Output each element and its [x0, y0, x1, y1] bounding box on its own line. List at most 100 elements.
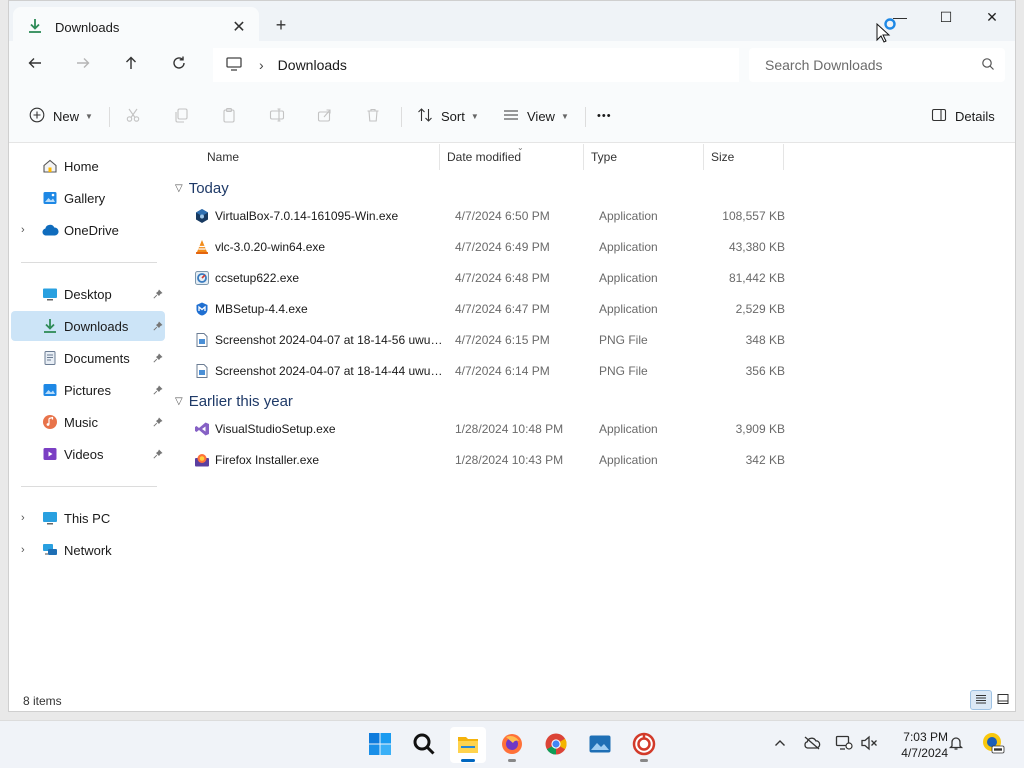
sidebar-divider [21, 262, 157, 263]
taskbar-app[interactable] [626, 727, 662, 763]
sidebar-item-label: OneDrive [64, 222, 119, 238]
new-label: New [53, 108, 80, 124]
search-box[interactable]: Search Downloads [749, 48, 1005, 82]
taskbar-search-button[interactable] [406, 727, 442, 763]
file-row[interactable]: VisualStudioSetup.exe 1/28/2024 10:48 PM… [169, 414, 789, 444]
sidebar-item-downloads[interactable]: Downloads [11, 311, 165, 341]
cut-button[interactable] [125, 103, 141, 129]
column-header-size[interactable]: Size [703, 144, 783, 170]
details-pane-icon [931, 107, 947, 126]
view-button[interactable]: View ▼ [503, 103, 569, 129]
file-name: MBSetup-4.4.exe [215, 302, 308, 316]
clock-date: 4/7/2024 [901, 746, 948, 760]
network-tray-button[interactable] [833, 733, 855, 755]
copilot-button[interactable] [980, 731, 1006, 757]
sidebar-item-gallery[interactable]: Gallery [11, 183, 165, 213]
copilot-icon [981, 731, 1005, 758]
onedrive-tray-button[interactable] [801, 733, 823, 755]
clock-time: 7:03 PM [903, 730, 948, 744]
file-row[interactable]: VirtualBox-7.0.14-161095-Win.exe 4/7/202… [169, 201, 789, 231]
column-header-date-label: Date modified [447, 150, 522, 164]
copy-icon [173, 107, 189, 126]
address-bar[interactable]: › Downloads [213, 48, 739, 82]
pin-icon[interactable] [153, 353, 163, 363]
taskbar-file-explorer[interactable] [450, 727, 486, 763]
sidebar-item-pictures[interactable]: Pictures [11, 375, 165, 405]
notifications-button[interactable] [945, 733, 967, 755]
png-file-icon [194, 363, 210, 379]
file-name: VisualStudioSetup.exe [215, 422, 336, 436]
close-tab-button[interactable]: ✕ [229, 17, 249, 37]
file-row[interactable]: Screenshot 2024-04-07 at 18-14-44 uwuc..… [169, 356, 789, 386]
file-row[interactable]: ccsetup622.exe 4/7/2024 6:48 PM Applicat… [169, 263, 789, 293]
malwarebytes-icon [194, 301, 210, 317]
group-title: Today [188, 179, 229, 197]
taskbar-chrome[interactable] [538, 727, 574, 763]
taskbar-firefox[interactable] [494, 727, 530, 763]
file-explorer-icon [456, 732, 480, 759]
group-header-today[interactable]: ▽ Today [175, 177, 229, 199]
pin-icon[interactable] [153, 417, 163, 427]
file-row[interactable]: Screenshot 2024-04-07 at 18-14-56 uwuc..… [169, 325, 789, 355]
tiles-view-button[interactable] [992, 690, 1014, 710]
back-button[interactable] [21, 52, 49, 78]
more-options-button[interactable]: ••• [597, 103, 612, 129]
sort-label: Sort [441, 108, 465, 124]
pin-icon[interactable] [153, 385, 163, 395]
file-row[interactable]: vlc-3.0.20-win64.exe 4/7/2024 6:49 PM Ap… [169, 232, 789, 262]
delete-button[interactable] [365, 103, 381, 129]
column-header-name[interactable]: Name [199, 144, 439, 170]
search-input[interactable]: Search Downloads [765, 57, 883, 73]
sidebar-item-network[interactable]: › Network [11, 535, 165, 565]
column-header-date[interactable]: Date modified [439, 144, 583, 170]
sidebar-item-this-pc[interactable]: › This PC [11, 503, 165, 533]
paste-button[interactable] [221, 103, 237, 129]
sidebar-item-videos[interactable]: Videos [11, 439, 165, 469]
group-header-earlier-this-year[interactable]: ▽ Earlier this year [175, 390, 293, 412]
new-tab-button[interactable]: + [269, 13, 293, 37]
app-icon [632, 732, 656, 759]
taskbar-start-button[interactable] [362, 727, 398, 763]
sort-button[interactable]: Sort ▼ [417, 103, 479, 129]
sidebar-item-music[interactable]: Music [11, 407, 165, 437]
show-hidden-icons-button[interactable] [769, 733, 791, 755]
chevron-down-icon: ▼ [85, 111, 93, 121]
sidebar-item-desktop[interactable]: Desktop [11, 279, 165, 309]
file-size: 3,909 KB [735, 422, 785, 436]
sidebar-item-documents[interactable]: Documents [11, 343, 165, 373]
file-size: 348 KB [745, 333, 785, 347]
search-icon [981, 57, 995, 74]
rename-button[interactable] [269, 103, 285, 129]
plus-circle-icon [29, 107, 45, 126]
copy-button[interactable] [173, 103, 189, 129]
maximize-button[interactable]: ☐ [923, 1, 969, 33]
close-window-button[interactable]: ✕ [969, 1, 1015, 33]
taskbar-photos[interactable] [582, 727, 618, 763]
search-icon [412, 732, 436, 759]
file-row[interactable]: Firefox Installer.exe 1/28/2024 10:43 PM… [169, 445, 789, 475]
system-clock[interactable]: 7:03 PM 4/7/2024 [884, 729, 948, 761]
forward-button[interactable] [69, 52, 97, 78]
breadcrumb-downloads[interactable]: Downloads [278, 57, 347, 73]
computer-icon [225, 56, 243, 75]
sidebar-divider [21, 486, 157, 487]
refresh-button[interactable] [165, 52, 193, 78]
bell-icon [948, 735, 964, 754]
details-button[interactable]: Details [931, 103, 995, 129]
column-header-type[interactable]: Type [583, 144, 703, 170]
chevron-right-icon[interactable]: › [21, 544, 25, 556]
up-button[interactable] [117, 52, 145, 78]
pin-icon[interactable] [153, 321, 163, 331]
sidebar-item-onedrive[interactable]: › OneDrive [11, 215, 165, 245]
chevron-right-icon[interactable]: › [21, 224, 25, 236]
share-button[interactable] [317, 103, 333, 129]
new-button[interactable]: New ▼ [29, 103, 93, 129]
details-view-button[interactable] [970, 690, 992, 710]
column-divider[interactable] [783, 144, 784, 170]
pin-icon[interactable] [153, 289, 163, 299]
pin-icon[interactable] [153, 449, 163, 459]
chevron-right-icon[interactable]: › [21, 512, 25, 524]
file-row[interactable]: MBSetup-4.4.exe 4/7/2024 6:47 PM Applica… [169, 294, 789, 324]
sidebar-item-home[interactable]: Home [11, 151, 165, 181]
volume-tray-button[interactable] [858, 733, 880, 755]
